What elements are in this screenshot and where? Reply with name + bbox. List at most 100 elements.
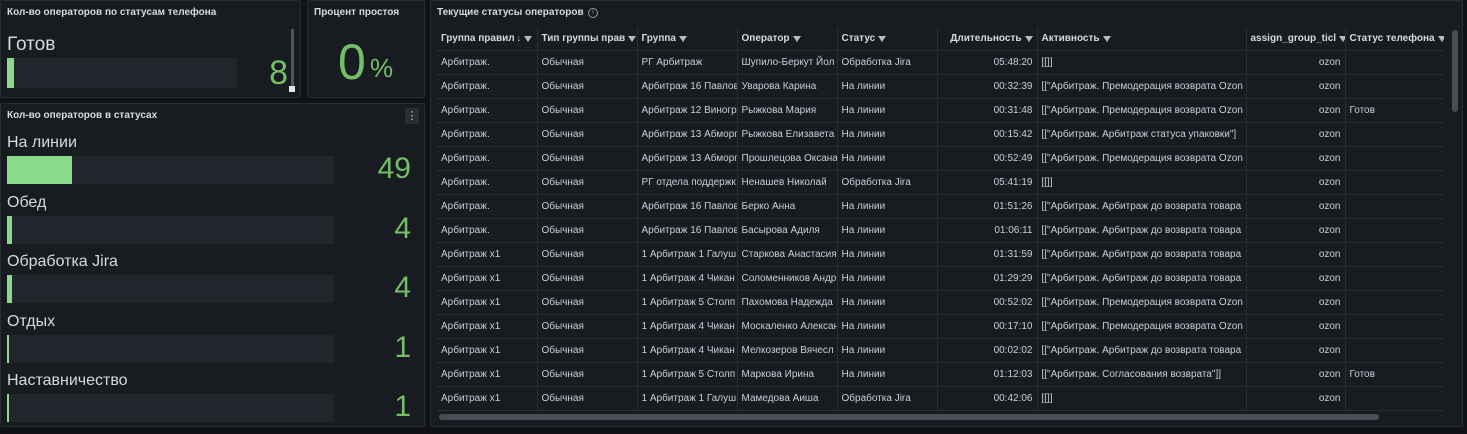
status-label: Готов (7, 34, 56, 55)
table-row[interactable]: Арбитраж x1 Обычная 1 Арбитраж 4 Чикан Мелк… (437, 338, 1444, 363)
table-cell: 00:02:02 (937, 338, 1038, 363)
column-header[interactable]: Активность (1037, 28, 1247, 51)
panel-title: Текущие статусы операторов (437, 7, 584, 18)
table-cell: [["Арбитраж. Согласования возврата"]] (1037, 362, 1247, 387)
table-row[interactable]: Арбитраж. Обычная Арбитраж 12 Виногр Рыжков… (437, 98, 1444, 123)
table-cell (1345, 74, 1444, 99)
column-header[interactable]: assign_group_ticl (1246, 28, 1346, 51)
table-cell (1345, 314, 1444, 339)
table-row[interactable]: Арбитраж. Обычная Арбитраж 13 Абморп Прошле… (437, 146, 1444, 171)
column-header[interactable]: Оператор (737, 28, 838, 51)
table-cell: Старкова Анастасия (737, 242, 838, 267)
horizontal-scrollbar[interactable] (439, 414, 1379, 420)
table-row[interactable]: Арбитраж x1 Обычная 1 Арбитраж 5 Столп Пахо… (437, 290, 1444, 315)
column-header[interactable]: Статус телефона (1345, 28, 1444, 51)
kebab-menu-icon[interactable]: ⋮ (405, 108, 419, 124)
column-header[interactable]: Длительность (937, 28, 1038, 51)
bar-gauge-fill (7, 58, 14, 88)
column-header[interactable]: Тип группы прав (537, 28, 638, 51)
table-cell: Москаленко Алексан (737, 314, 838, 339)
table-row[interactable]: Арбитраж. Обычная Арбитраж 13 Абморп Рыжков… (437, 122, 1444, 147)
table-row[interactable]: Арбитраж x1 Обычная 1 Арбитраж 4 Чикан Моск… (437, 314, 1444, 339)
scrollbar[interactable] (291, 29, 294, 87)
column-header[interactable]: Статус (837, 28, 938, 51)
vertical-scrollbar[interactable] (1452, 30, 1458, 112)
table-cell: Обычная (537, 170, 638, 195)
table-row[interactable]: Арбитраж. Обычная Арбитраж 16 Павлов Берко … (437, 194, 1444, 219)
table-row[interactable]: Арбитраж x1 Обычная 1 Арбитраж 1 Галуш Стар… (437, 242, 1444, 267)
table-row[interactable]: Арбитраж. Обычная Арбитраж 16 Павлов Уваров… (437, 74, 1444, 99)
resize-handle[interactable] (289, 86, 295, 92)
panel-title: Кол-во операторов по статусам телефона (7, 7, 217, 18)
filter-icon[interactable] (1024, 35, 1033, 42)
table-cell: 00:42:06 (937, 386, 1038, 411)
table-cell: Готов (1345, 362, 1444, 387)
table-cell: ozon (1246, 290, 1346, 315)
filter-icon[interactable] (678, 35, 687, 42)
operators-table: Группа правил ↓ Тип группы прав Группа Опера… (437, 28, 1444, 413)
table-row[interactable]: Арбитраж. Обычная РГ отдела поддержк Ненаше… (437, 170, 1444, 195)
column-header-label: Длительность (950, 33, 1022, 45)
bar-gauge-fill (7, 394, 9, 422)
table-cell: [["Арбитраж. Премодерация возврата Ozon (1037, 146, 1247, 171)
table-cell: Арбитраж x1 (437, 314, 538, 339)
table-cell (1345, 122, 1444, 147)
column-header-label: Оператор (741, 33, 790, 45)
table-cell: На линии (837, 242, 938, 267)
table-cell: Обычная (537, 242, 638, 267)
column-header[interactable]: Группа правил ↓ (437, 28, 538, 51)
status-value: 8 (269, 54, 288, 92)
column-header[interactable]: Группа (637, 28, 738, 51)
table-cell: Арбитраж. (437, 194, 538, 219)
table-cell: На линии (837, 74, 938, 99)
table-row[interactable]: Арбитраж x1 Обычная 1 Арбитраж 4 Чикан Соло… (437, 266, 1444, 291)
table-cell: [["Арбитраж. Арбитраж до возврата товара (1037, 218, 1247, 243)
table-cell: Обычная (537, 50, 638, 75)
table-cell: ozon (1246, 50, 1346, 75)
table-cell: Арбитраж 16 Павлов (637, 74, 738, 99)
table-cell: Мамедова Аиша (737, 386, 838, 411)
table-cell: 01:29:29 (937, 266, 1038, 291)
table-cell: Мелкозеров Вячесл (737, 338, 838, 363)
table-cell: 05:41:19 (937, 170, 1038, 195)
column-header-label: Статус (841, 33, 876, 45)
table-cell: На линии (837, 338, 938, 363)
table-cell: 00:17:10 (937, 314, 1038, 339)
table-cell: 1 Арбитраж 1 Галуш (637, 242, 738, 267)
table-row[interactable]: Арбитраж x1 Обычная 1 Арбитраж 1 Галуш Маме… (437, 386, 1444, 411)
table-row[interactable]: Арбитраж. Обычная РГ Арбитраж Шупило-Беркут… (437, 50, 1444, 75)
table-cell: Обработка Jira (837, 50, 938, 75)
column-header-label: Активность (1041, 33, 1100, 45)
filter-icon[interactable] (1437, 35, 1443, 42)
status-row: На линии 49 (7, 134, 417, 192)
table-cell: Обработка Jira (837, 386, 938, 411)
table-cell: ozon (1246, 194, 1346, 219)
table-cell: Арбитраж x1 (437, 386, 538, 411)
filter-icon[interactable] (878, 35, 887, 42)
table-cell: На линии (837, 314, 938, 339)
table-row[interactable]: Арбитраж x1 Обычная 1 Арбитраж 5 Столп Марк… (437, 362, 1444, 387)
table-row[interactable]: Арбитраж. Обычная Арбитраж 16 Павлов Басыро… (437, 218, 1444, 243)
filter-icon[interactable] (524, 35, 533, 42)
info-icon[interactable]: i (588, 8, 598, 18)
filter-icon[interactable] (792, 35, 801, 42)
table-cell: Арбитраж. (437, 122, 538, 147)
status-row-value: 49 (377, 152, 411, 185)
table-cell: Обычная (537, 122, 638, 147)
table-cell: Арбитраж. (437, 50, 538, 75)
column-header-label: assign_group_ticl (1250, 33, 1337, 45)
table-cell: [["Арбитраж. Премодерация возврата Ozon (1037, 290, 1247, 315)
filter-icon[interactable] (628, 35, 636, 42)
current-operator-statuses-panel: Текущие статусы операторов i Группа прав… (430, 0, 1463, 427)
table-cell: Обычная (537, 386, 638, 411)
table-cell: ozon (1246, 122, 1346, 147)
table-cell: ozon (1246, 170, 1346, 195)
filter-icon[interactable] (1102, 35, 1111, 42)
sort-desc-icon[interactable]: ↓ (517, 33, 522, 43)
table-cell: ozon (1246, 74, 1346, 99)
table-cell: 00:31:48 (937, 98, 1038, 123)
column-header-label: Группа правил (441, 33, 515, 45)
table-cell: Арбитраж. (437, 218, 538, 243)
bar-gauge-track (7, 156, 334, 184)
table-cell: 1 Арбитраж 4 Чикан (637, 314, 738, 339)
